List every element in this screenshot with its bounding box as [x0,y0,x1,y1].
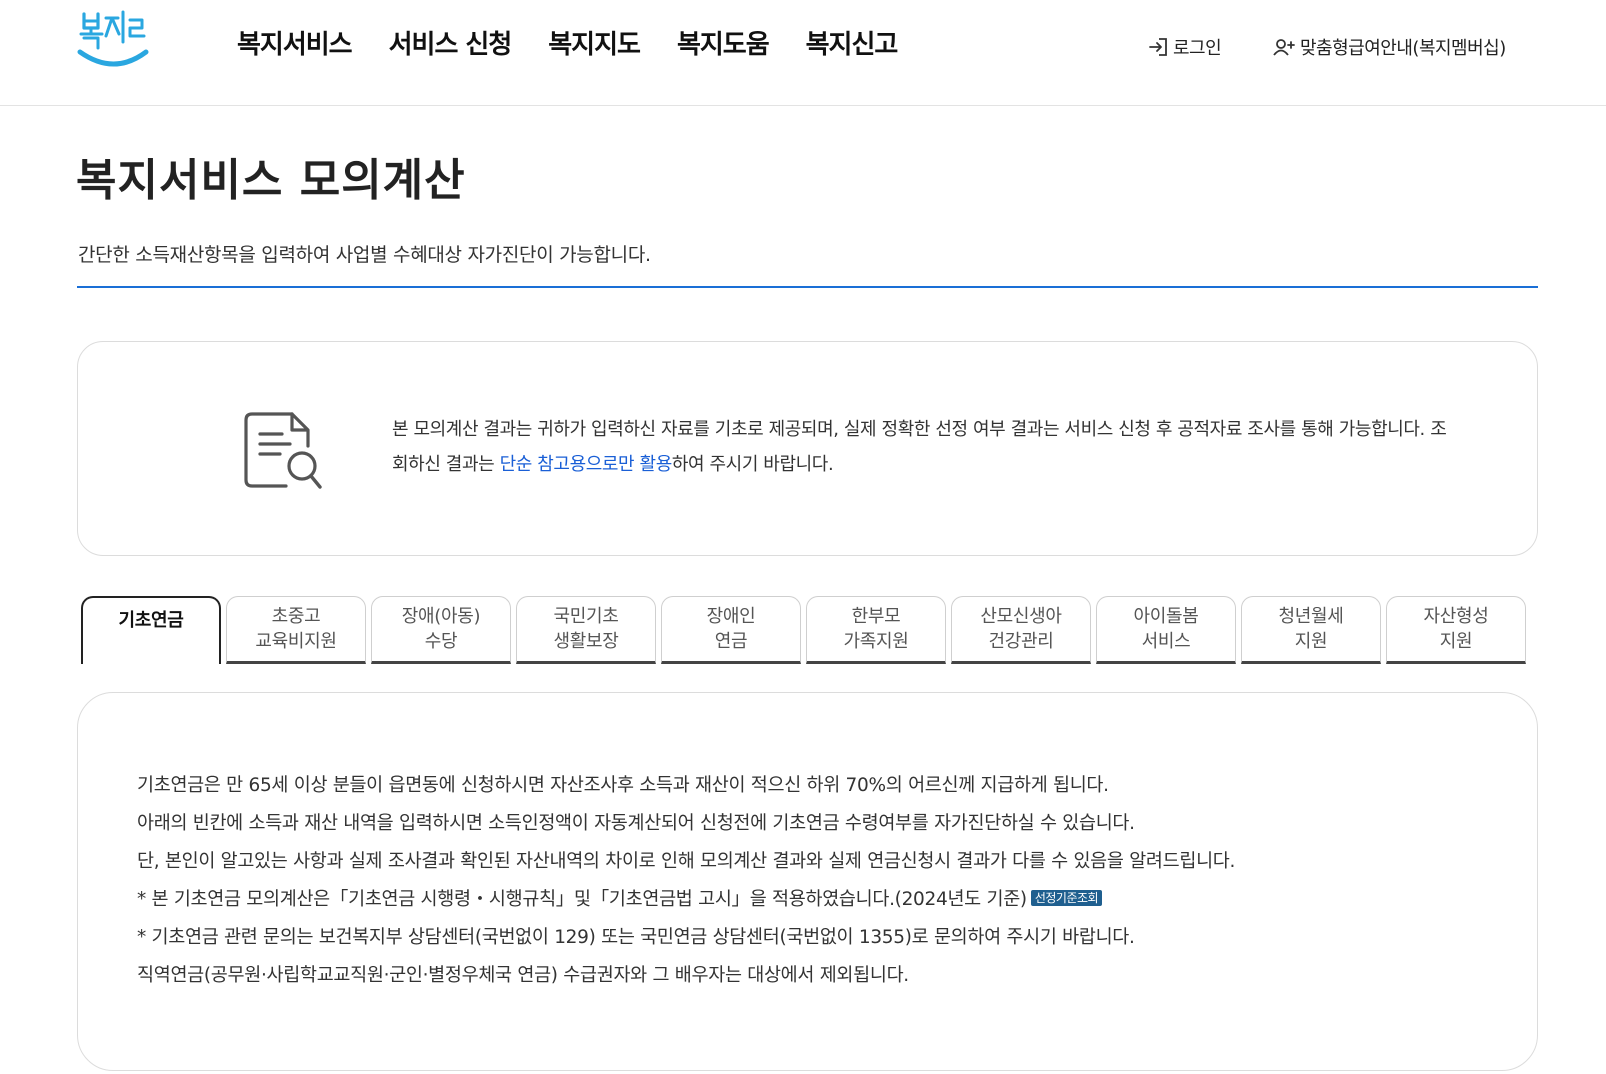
main-navigation: 복지서비스 서비스 신청 복지지도 복지도움 복지신고 [237,24,934,61]
notice-box: 본 모의계산 결과는 귀하가 입력하신 자료를 기초로 제공되며, 실제 정확한… [77,341,1538,556]
tab-label: 기초연금 [118,610,184,631]
criteria-lookup-button[interactable]: 선정기준조회 [1030,890,1103,906]
page-description: 간단한 소득재산항목을 입력하여 사업별 수혜대상 자가진단이 가능합니다. [78,244,651,266]
tab-label-line2: 생활보장 [553,631,619,652]
document-search-icon [244,412,322,489]
tab-label-line2: 가족지원 [843,631,909,652]
tab-disability-pension[interactable]: 장애인 연금 [661,596,801,664]
bokjiro-logo[interactable] [76,6,154,72]
nav-welfare-help[interactable]: 복지도움 [677,24,770,61]
nav-service-application[interactable]: 서비스 신청 [389,24,513,61]
info-line: 직역연금(공무원·사립학교교직원·군인·별정우체국 연금) 수급권자와 그 배우… [137,965,909,986]
info-line-criteria: * 본 기초연금 모의계산은「기초연금 시행령・시행규칙」및「기초연금법 고시」… [137,881,1235,919]
tab-label-line1: 한부모 [851,606,901,627]
tab-label-line2: 교육비지원 [255,631,337,652]
tab-childcare-service[interactable]: 아이돌봄 서비스 [1096,596,1236,664]
login-link[interactable]: 로그인 [1147,34,1222,60]
notice-highlight: 단순 참고용으로만 활용 [499,454,673,475]
membership-link[interactable]: 맞춤형급여안내(복지멤버십) [1272,34,1506,60]
tab-single-parent-support[interactable]: 한부모 가족지원 [806,596,946,664]
calculation-tabs: 기초연금 초중고 교육비지원 장애(아동) 수당 국민기초 생활보장 장애인 연… [81,596,1526,664]
tab-maternal-newborn-care[interactable]: 산모신생아 건강관리 [951,596,1091,664]
tab-label-line2: 서비스 [1141,631,1191,652]
tab-label-line1: 국민기초 [553,606,619,627]
tab-education-support[interactable]: 초중고 교육비지원 [226,596,366,664]
page-title: 복지서비스 모의계산 [76,155,466,206]
tab-label-line1: 초중고 [271,606,321,627]
logo-mark [77,10,149,67]
info-line: 아래의 빈칸에 소득과 재산 내역을 입력하시면 소득인정액이 자동계산되어 신… [137,813,1135,834]
title-divider [77,286,1538,288]
tab-basic-livelihood[interactable]: 국민기초 생활보장 [516,596,656,664]
tab-label-line1: 청년월세 [1278,606,1344,627]
nav-welfare-services[interactable]: 복지서비스 [237,24,353,61]
info-line: 단, 본인이 알고있는 사항과 실제 조사결과 확인된 자산내역의 차이로 인해… [137,851,1236,872]
membership-label: 맞춤형급여안내(복지멤버십) [1300,38,1506,59]
info-line: 기초연금은 만 65세 이상 분들이 읍면동에 신청하시면 자산조사후 소득과 … [137,775,1109,796]
tab-disability-child-allowance[interactable]: 장애(아동) 수당 [371,596,511,664]
site-header: 복지서비스 서비스 신청 복지지도 복지도움 복지신고 로그인 맞춤형급여안내(… [0,0,1606,106]
info-lines: 기초연금은 만 65세 이상 분들이 읍면동에 신청하시면 자산조사후 소득과 … [137,767,1235,995]
nav-welfare-map[interactable]: 복지지도 [548,24,641,61]
tab-label-line2: 건강관리 [988,631,1054,652]
tab-label-line1: 산모신생아 [980,606,1062,627]
tab-basic-pension[interactable]: 기초연금 [81,596,221,664]
login-label: 로그인 [1173,38,1222,59]
pension-info-box: 기초연금은 만 65세 이상 분들이 읍면동에 신청하시면 자산조사후 소득과 … [77,692,1538,1071]
user-add-icon [1273,39,1295,56]
tab-label-line1: 장애인 [706,606,756,627]
tab-label-line1: 아이돌봄 [1133,606,1199,627]
tab-label-line1: 자산형성 [1423,606,1489,627]
tab-label-line1: 장애(아동) [401,606,481,627]
notice-text: 본 모의계산 결과는 귀하가 입력하신 자료를 기초로 제공되며, 실제 정확한… [392,412,1452,482]
tab-label-line2: 지원 [1294,631,1328,652]
tab-label-line2: 연금 [714,631,748,652]
tab-label-line2: 수당 [424,631,458,652]
tab-asset-building-support[interactable]: 자산형성 지원 [1386,596,1526,664]
info-line-text: * 본 기초연금 모의계산은「기초연금 시행령・시행규칙」및「기초연금법 고시」… [137,889,1027,910]
tab-label-line2: 지원 [1439,631,1473,652]
nav-welfare-report[interactable]: 복지신고 [806,24,899,61]
login-arrow-icon [1149,38,1167,56]
notice-text-end: 하여 주시기 바랍니다. [671,454,834,475]
info-line: * 기초연금 관련 문의는 보건복지부 상담센터(국번없이 129) 또는 국민… [137,927,1135,948]
tab-youth-rent-support[interactable]: 청년월세 지원 [1241,596,1381,664]
